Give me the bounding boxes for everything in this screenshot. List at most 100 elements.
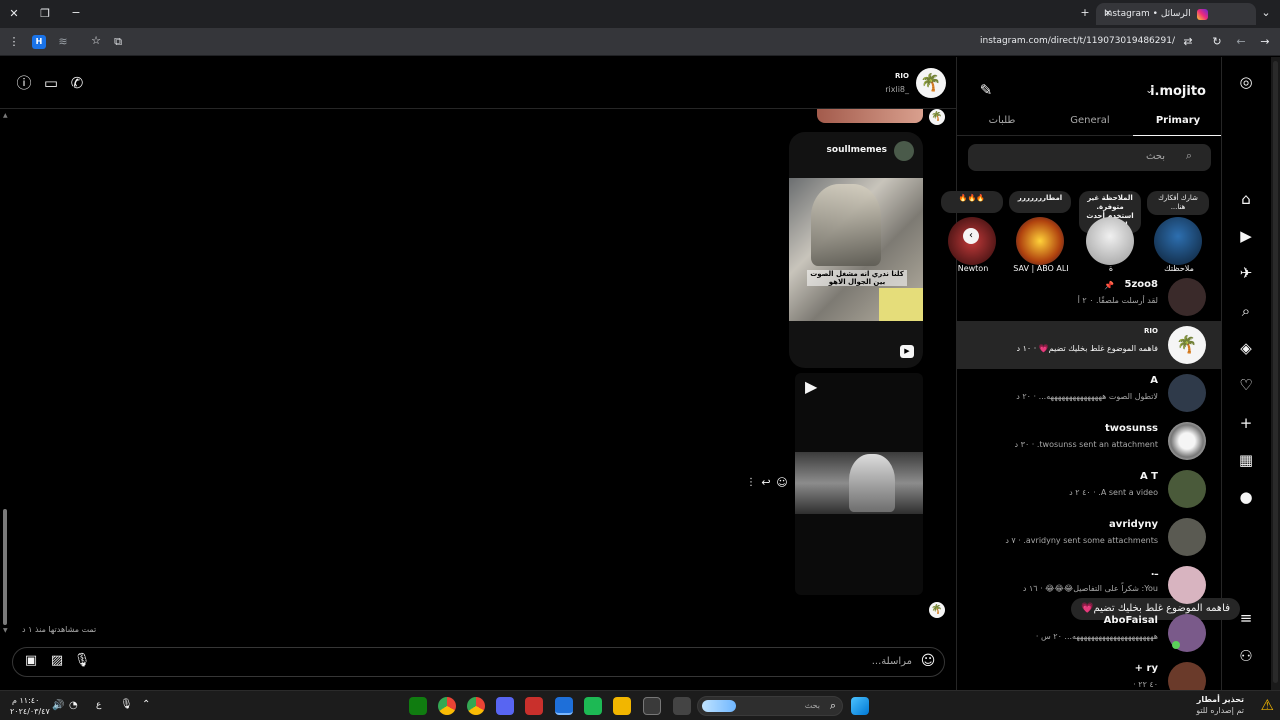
windows-start-icon[interactable]: [851, 697, 869, 715]
page-scrollbar-thumb[interactable]: [1273, 61, 1278, 683]
note-avatar[interactable]: [1154, 217, 1202, 265]
restore-window-icon[interactable]: ❐: [38, 8, 52, 20]
info-icon[interactable]: ⓘ: [14, 74, 34, 94]
conversation-item[interactable]: ry + ٤٠ ٢٢ ·: [957, 657, 1222, 690]
tab-primary[interactable]: Primary: [1138, 115, 1218, 126]
note-avatar[interactable]: [1086, 217, 1134, 265]
chat-contact-username[interactable]: rixli8_: [885, 85, 909, 94]
site-settings-icon[interactable]: ⇄: [1181, 36, 1195, 48]
message-input[interactable]: مراسلة...: [872, 656, 912, 667]
shared-post-author[interactable]: soullmemes: [827, 145, 887, 155]
explore-icon[interactable]: ◈: [1236, 338, 1256, 358]
close-tab-button[interactable]: ✕: [1101, 8, 1115, 20]
minimize-window-icon[interactable]: −: [69, 7, 83, 19]
active-app-icon[interactable]: [555, 697, 573, 715]
volume-icon[interactable]: 🔊: [52, 700, 64, 711]
input-language[interactable]: ع: [96, 700, 101, 710]
conversation-item[interactable]: AboFaisal ههههههههههههههههههههههه... ٢٠ …: [957, 609, 1222, 657]
microphone-icon[interactable]: 🎙: [120, 699, 133, 710]
conversation-item[interactable]: 5zoo8 📌 لقد أرسلت ملصقًا. ٠ ٢ أ: [957, 273, 1222, 321]
clock-time[interactable]: ١١:٤٠ م: [12, 696, 39, 705]
previous-shared-post-preview[interactable]: [817, 109, 923, 123]
profile-avatar[interactable]: H: [32, 35, 46, 49]
instagram-logo-icon[interactable]: ◎: [1236, 72, 1256, 92]
store-icon[interactable]: [643, 697, 661, 715]
home-icon[interactable]: ⌂: [1236, 189, 1256, 209]
note-item[interactable]: امطاررررررر SAV | ABO ALI: [1007, 191, 1075, 273]
taskbar-search-input[interactable]: بحث: [805, 701, 820, 710]
address-bar[interactable]: instagram.com/direct/t/119073019486291/: [980, 36, 1175, 46]
reload-icon[interactable]: ↻: [1210, 36, 1224, 48]
thread-scrollbar[interactable]: [3, 509, 7, 625]
file-explorer-icon[interactable]: [613, 697, 631, 715]
scroll-down-arrow-icon[interactable]: ▼: [3, 627, 8, 634]
shared-post-card[interactable]: soullmemes كلنا ندري انه مشغل الصوت بين …: [789, 132, 923, 368]
chevron-up-icon[interactable]: ⌃: [142, 699, 150, 710]
conversation-item[interactable]: ـ. You: شكراً على التفاصيل😂😂😂 · ١٦ د: [957, 561, 1222, 609]
chrome-icon[interactable]: [438, 697, 456, 715]
dashboard-icon[interactable]: ▦: [1236, 450, 1256, 470]
search-input[interactable]: بحث: [1146, 151, 1165, 162]
conversation-item[interactable]: 🌴 RIO فاهمه الموضوع غلط بخليك تضيم💗 · ١٠…: [957, 321, 1222, 369]
tab-search-icon[interactable]: ⌄: [1259, 7, 1273, 19]
account-switcher[interactable]: i.mojito: [1150, 84, 1206, 99]
shared-reel-card[interactable]: ▶: [795, 373, 923, 595]
discord-icon[interactable]: [496, 697, 514, 715]
messenger-icon[interactable]: ✈: [1236, 263, 1256, 283]
chat-contact-name[interactable]: RIO: [895, 72, 909, 80]
chrome-icon[interactable]: [467, 697, 485, 715]
chevron-down-icon[interactable]: ⌄: [1145, 86, 1153, 96]
notifications-heart-icon[interactable]: ♡: [1236, 375, 1256, 395]
notes-scroll-left-icon[interactable]: ‹: [963, 228, 979, 244]
inbox-search[interactable]: ⌕ بحث: [968, 144, 1211, 171]
new-tab-button[interactable]: +: [1078, 7, 1092, 19]
install-app-icon[interactable]: ⧉: [111, 36, 125, 48]
app-icon[interactable]: [584, 697, 602, 715]
tab-instagram-messages[interactable]: الرسائل • Instagram: [1096, 3, 1256, 25]
close-window-icon[interactable]: ✕: [7, 8, 21, 20]
also-from-meta-icon[interactable]: ⚇: [1236, 646, 1256, 666]
wifi-icon[interactable]: ◔: [69, 700, 78, 711]
reel-thumbnail[interactable]: [795, 452, 923, 514]
chat-contact-avatar[interactable]: 🌴: [916, 68, 946, 98]
forward-icon[interactable]: ←: [1234, 36, 1248, 48]
message-composer[interactable]: ▣ ▨ 🎙 مراسلة... ☺: [12, 647, 945, 677]
shared-post-image[interactable]: كلنا ندري انه مشغل الصوت بين الجوال الاه…: [789, 178, 923, 321]
voice-call-icon[interactable]: ✆: [67, 74, 87, 94]
taskbar-search[interactable]: بحث ⌕: [697, 696, 843, 716]
tab-general[interactable]: General: [1050, 115, 1130, 126]
shared-post-author-avatar[interactable]: [894, 141, 914, 161]
note-item[interactable]: الملاحظة غير متوفرة. استخدم أحدث إصدار م…: [1077, 191, 1145, 273]
create-icon[interactable]: +: [1236, 413, 1256, 433]
conversation-item[interactable]: twosunss twosunss sent an attachment. · …: [957, 417, 1222, 465]
notification-title[interactable]: تحذير أمطار: [1197, 695, 1244, 704]
tab-requests[interactable]: طلبات: [962, 115, 1042, 126]
notification-subtitle[interactable]: تم إصداره للتو: [1196, 706, 1244, 715]
bookmark-star-icon[interactable]: ☆: [89, 35, 103, 47]
xbox-icon[interactable]: [409, 697, 427, 715]
warning-icon[interactable]: ⚠: [1261, 696, 1274, 714]
play-icon[interactable]: ▶: [805, 377, 817, 396]
clock-date[interactable]: ٢٠٢٤/٠٣/٤٧: [10, 707, 50, 716]
sticker-icon[interactable]: ▣: [21, 652, 41, 672]
task-view-icon[interactable]: [673, 697, 691, 715]
conversation-item[interactable]: A لاتطول الصوت هههههههههههههههه... · ٢٠ …: [957, 369, 1222, 417]
profile-avatar[interactable]: ●: [1236, 487, 1256, 507]
reels-icon[interactable]: ▶: [1236, 226, 1256, 246]
conversation-item[interactable]: avridyny avridyny sent some attachments.…: [957, 513, 1222, 561]
app-icon[interactable]: [525, 697, 543, 715]
search-icon[interactable]: ⌕: [1236, 301, 1256, 321]
page-scrollbar[interactable]: [1271, 57, 1280, 690]
image-upload-icon[interactable]: ▨: [47, 652, 67, 672]
browser-menu-icon[interactable]: ⋮: [7, 36, 21, 48]
note-item[interactable]: شارك أفكارك هنا... ملاحظتك: [1145, 191, 1213, 273]
new-message-icon[interactable]: ✎: [976, 81, 996, 101]
emoji-icon[interactable]: ☺: [918, 652, 938, 672]
back-icon[interactable]: →: [1258, 36, 1272, 48]
video-call-icon[interactable]: ▭: [41, 74, 61, 94]
react-emoji-icon[interactable]: ☺: [772, 474, 792, 494]
note-avatar[interactable]: [1016, 217, 1064, 265]
conversation-item[interactable]: A T A sent a video. · ٤٠ ٢ د: [957, 465, 1222, 513]
more-menu-icon[interactable]: ≡: [1236, 608, 1256, 628]
microphone-icon[interactable]: 🎙: [72, 652, 92, 672]
